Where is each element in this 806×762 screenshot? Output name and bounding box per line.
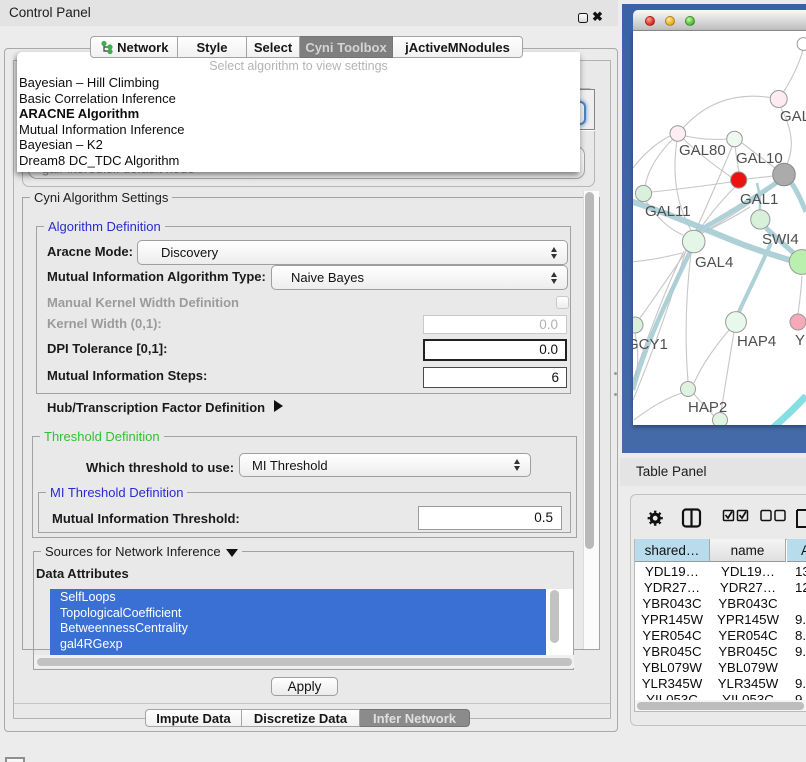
svg-text:SWI4: SWI4 — [762, 231, 799, 248]
svg-text:GAL11: GAL11 — [645, 203, 691, 220]
svg-text:Y: Y — [795, 332, 805, 349]
svg-text:GAL2: GAL2 — [780, 108, 806, 125]
svg-text:GCY1: GCY1 — [633, 336, 668, 353]
svg-text:HAP2: HAP2 — [688, 399, 727, 416]
svg-text:GAL4: GAL4 — [695, 254, 733, 271]
svg-text:GAL1: GAL1 — [740, 191, 778, 208]
svg-text:GAL80: GAL80 — [679, 142, 726, 159]
svg-text:GAL10: GAL10 — [736, 150, 783, 167]
svg-text:HAP4: HAP4 — [737, 333, 776, 350]
